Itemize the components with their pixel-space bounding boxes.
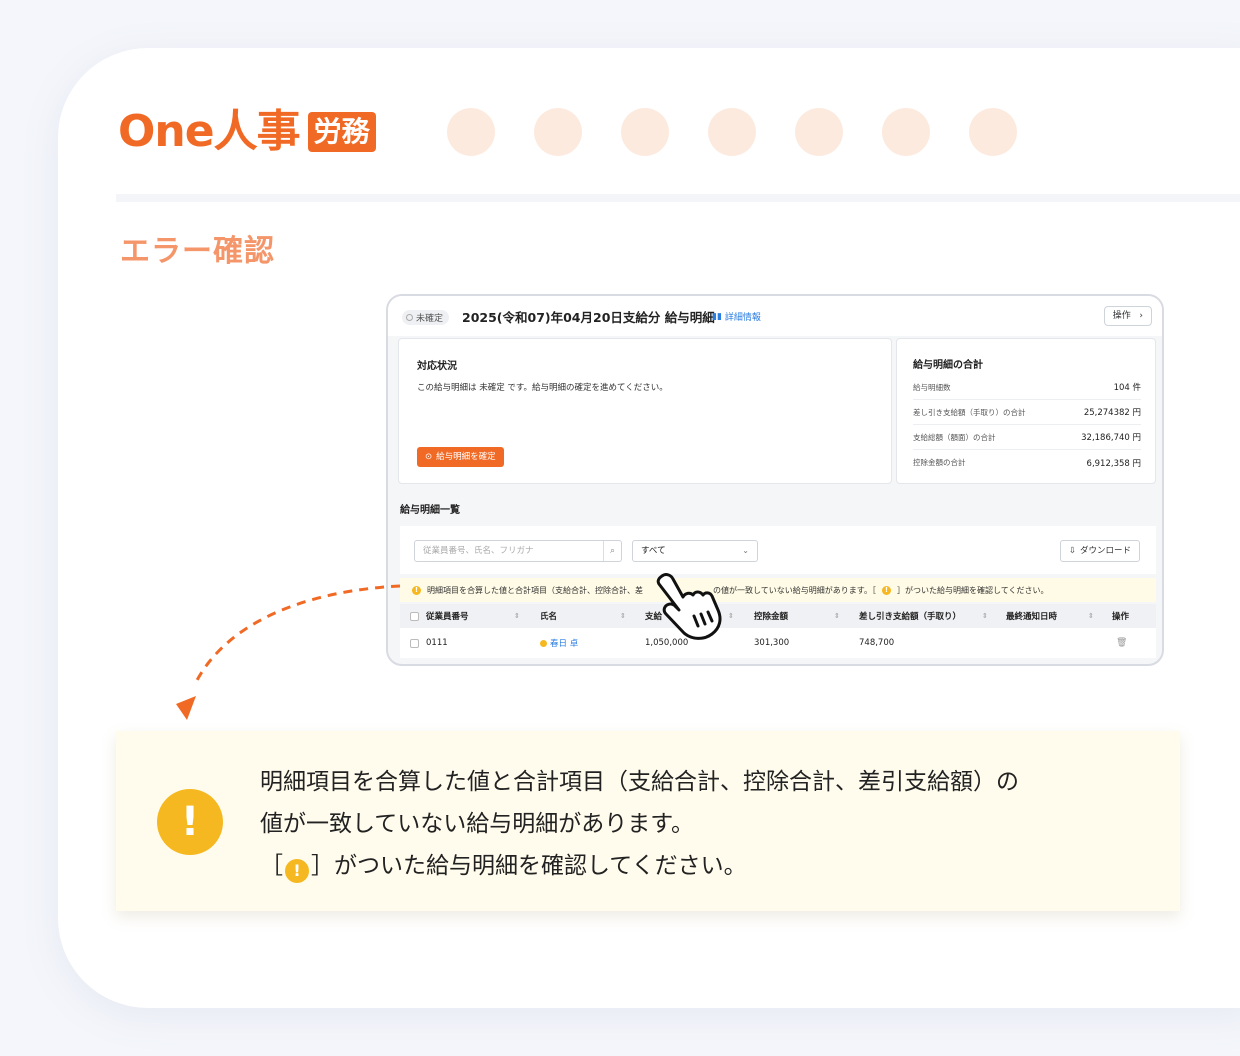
filter-select-value: すべて (641, 546, 666, 556)
divider (116, 194, 1240, 202)
summary-label: 差し引き支給額（手取り）の合計 (913, 407, 1026, 417)
status-panel-text: この給与明細は 未確定 です。給与明細の確定を進めてください。 (417, 383, 668, 393)
summary-label: 支給総額（額面）の合計 (913, 432, 996, 442)
summary-value: 25,274382 円 (1083, 408, 1141, 418)
status-dot-icon (406, 314, 413, 321)
warning-text: 明細項目を合算した値と合計項目（支給合計、控除合計、差 (427, 585, 643, 595)
filter-select[interactable]: すべて ⌄ (632, 540, 758, 562)
warning-text: ］がついた給与明細を確認してください。 (896, 585, 1049, 595)
summary-row: 控除金額の合計 6,912,358 円 (913, 450, 1141, 475)
brand-logo: One人事 労務 (118, 104, 376, 160)
warning-icon (540, 639, 547, 647)
table-row: 0111 春日 卓 1,050,000 301,300 748,700 🗑 (400, 628, 1156, 658)
column-header[interactable]: 控除金額 (754, 604, 788, 628)
screen-title: 2025(令和07)年04月20日支給分 給与明細 (462, 310, 715, 325)
summary-panel: 給与明細の合計 給与明細数 104 件 差し引き支給額（手取り）の合計 25,2… (896, 338, 1156, 484)
confirm-payslip-button[interactable]: ⊙ 給与明細を確定 (417, 447, 504, 467)
callout-line: 値が一致していない給与明細があります。 (260, 811, 695, 837)
sort-icon[interactable]: ⇕ (1088, 604, 1094, 628)
row-checkbox[interactable] (410, 628, 419, 658)
chevron-down-icon: ⌄ (742, 546, 749, 555)
status-chip: 未確定 (402, 310, 450, 325)
section-title: エラー確認 (120, 234, 275, 269)
warning-icon: ! (412, 585, 421, 595)
warning-bar: ! 明細項目を合算した値と合計項目（支給合計、控除合計、差 の値が一致していない… (400, 578, 1156, 602)
decorative-dot (882, 108, 930, 156)
search-placeholder: 従業員番号、氏名、フリガナ (423, 546, 534, 556)
summary-label: 控除金額の合計 (913, 458, 966, 467)
summary-value: 104 件 (1113, 383, 1141, 393)
app-screenshot: 未確定 2025(令和07)年04月20日支給分 給与明細 ▮▮ 詳細情報 操作… (386, 294, 1164, 666)
summary-label: 給与明細数 (913, 382, 951, 392)
column-header[interactable]: 氏名 (540, 604, 557, 628)
column-header[interactable]: 差し引き支給額（手取り） (859, 604, 961, 628)
summary-row: 差し引き支給額（手取り）の合計 25,274382 円 (913, 400, 1141, 425)
sort-icon[interactable]: ⇕ (620, 604, 626, 628)
download-button[interactable]: ⇩ ダウンロード (1059, 540, 1140, 562)
warning-icon: ! (285, 859, 309, 883)
callout-line-text: ］がついた給与明細を確認してください。 (311, 853, 747, 879)
operation-button-label: 操作 (1112, 311, 1131, 321)
brand-badge: 労務 (307, 112, 376, 152)
employee-id: 0111 (426, 638, 448, 648)
callout-line: 明細項目を合算した値と合計項目（支給合計、控除合計、差引支給額）の (260, 769, 1019, 795)
chevron-right-icon: › (1133, 311, 1143, 321)
warning-text: の値が一致していない給与明細があります。［ (713, 585, 876, 595)
decorative-dots (447, 108, 1017, 156)
column-header[interactable]: 最終通知日時 (1006, 604, 1057, 628)
summary-panel-title: 給与明細の合計 (913, 360, 983, 371)
decorative-dot (708, 108, 756, 156)
sort-icon[interactable]: ⇕ (728, 604, 734, 628)
warning-icon: ! (881, 585, 891, 595)
sort-icon[interactable]: ⇕ (514, 604, 520, 628)
sort-icon[interactable]: ⇕ (982, 604, 988, 628)
column-header: 操作 (1112, 612, 1130, 622)
search-icon: ⌕ (602, 541, 615, 561)
screen-header: 未確定 2025(令和07)年04月20日支給分 給与明細 ▮▮ 詳細情報 操作… (388, 296, 1162, 336)
operation-button[interactable]: 操作 › (1103, 306, 1152, 326)
table-header: 従業員番号 ⇕ 氏名 ⇕ 支給 ⇕ 控除金額 ⇕ 差し引き支給額（手取り） ⇕ … (400, 604, 1156, 628)
check-circle-icon: ⊙ (425, 452, 433, 462)
status-panel: 対応状況 この給与明細は 未確定 です。給与明細の確定を進めてください。 ⊙ 給… (398, 338, 892, 484)
decorative-dot (621, 108, 669, 156)
download-icon: ⇩ (1068, 546, 1076, 556)
filter-area: 従業員番号、氏名、フリガナ ⌕ すべて ⌄ ⇩ ダウンロード (400, 526, 1156, 574)
callout-text: 明細項目を合算した値と合計項目（支給合計、控除合計、差引支給額）の 値が一致して… (260, 761, 1160, 887)
summary-row: 給与明細数 104 件 (913, 375, 1141, 400)
summary-value: 6,912,358 円 (1086, 458, 1141, 469)
callout-line: ［! ］がついた給与明細を確認してください。 (260, 845, 1160, 887)
trash-icon[interactable]: 🗑 (1116, 628, 1127, 658)
status-chip-label: 未確定 (416, 314, 444, 324)
status-panel-title: 対応状況 (417, 361, 457, 372)
callout-bracket: ［ (260, 853, 283, 879)
decorative-dot (534, 108, 582, 156)
detail-link-label: 詳細情報 (724, 313, 761, 323)
download-button-label: ダウンロード (1079, 546, 1131, 556)
employee-name-link[interactable]: 春日 卓 (540, 628, 578, 658)
decorative-dot (969, 108, 1017, 156)
decorative-dot (447, 108, 495, 156)
sort-icon[interactable]: ⇕ (834, 604, 840, 628)
decorative-dot (795, 108, 843, 156)
employee-name: 春日 卓 (550, 639, 579, 649)
search-input[interactable]: 従業員番号、氏名、フリガナ ⌕ (414, 540, 622, 562)
column-header[interactable]: 従業員番号 (426, 604, 469, 628)
brand-name: One人事 (118, 106, 301, 157)
book-icon: ▮▮ (712, 311, 722, 322)
confirm-button-label: 給与明細を確定 (436, 452, 496, 462)
pointer-hand-icon (656, 573, 722, 640)
dashed-arrow (176, 584, 401, 720)
list-title: 給与明細一覧 (400, 505, 460, 516)
net-amount: 748,700 (859, 638, 895, 648)
warning-callout: ! 明細項目を合算した値と合計項目（支給合計、控除合計、差引支給額）の 値が一致… (116, 731, 1180, 911)
select-all-checkbox[interactable] (410, 604, 419, 628)
deduction-amount: 301,300 (754, 638, 790, 648)
summary-value: 32,186,740 円 (1081, 433, 1141, 443)
warning-icon: ! (157, 789, 223, 855)
summary-row: 支給総額（額面）の合計 32,186,740 円 (913, 425, 1141, 450)
detail-link[interactable]: ▮▮ 詳細情報 (712, 310, 761, 324)
